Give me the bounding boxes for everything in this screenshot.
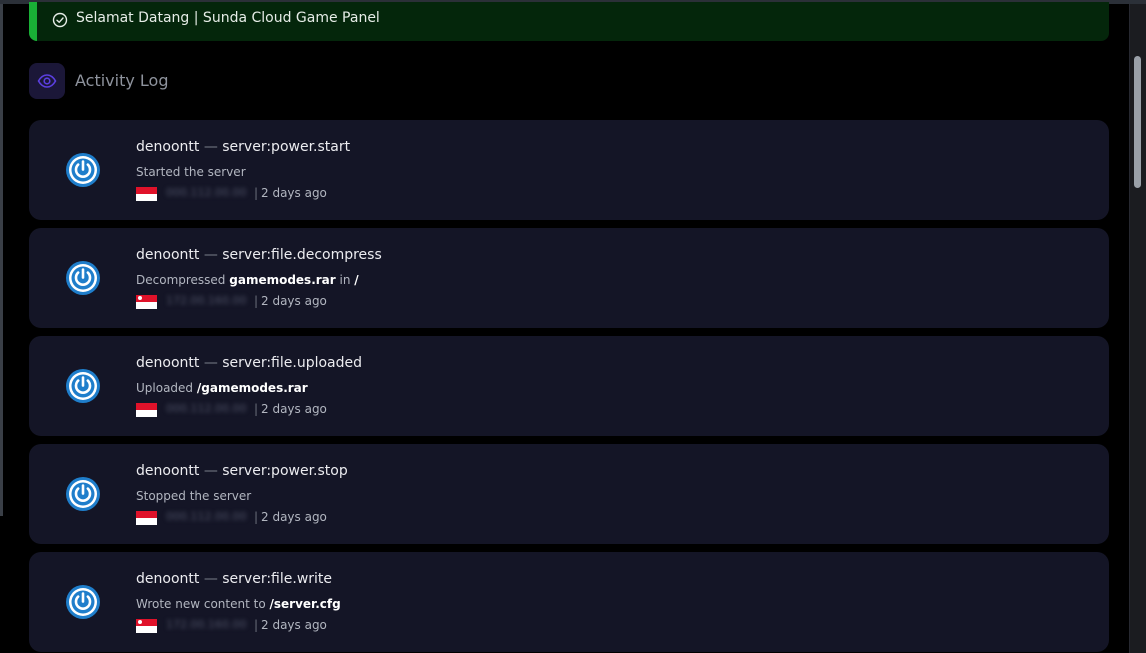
entry-description: Uploaded /gamemodes.rar (136, 381, 308, 395)
welcome-text: Selamat Datang | Sunda Cloud Game Panel (76, 10, 380, 26)
entry-path: / (354, 273, 359, 287)
entry-user: denoontt (136, 571, 200, 587)
redacted-ip: 172.00.160.00 (166, 618, 247, 631)
power-icon (65, 260, 101, 296)
entry-separator: — (203, 463, 218, 479)
redacted-ip: 000.112.00.00 (166, 510, 247, 523)
entry-description-text: Wrote new content to (136, 597, 270, 611)
activity-entry[interactable]: denoontt — server:power.start Started the… (29, 120, 1109, 220)
entry-event: server:file.uploaded (222, 355, 363, 371)
power-icon (65, 584, 101, 620)
entry-timestamp: 2 days ago (261, 618, 327, 632)
entry-separator: — (203, 247, 218, 263)
entry-path: /gamemodes.rar (196, 381, 308, 395)
eye-icon (29, 63, 65, 99)
entry-timestamp: 2 days ago (261, 402, 327, 416)
panel-window: Selamat Datang | Sunda Cloud Game Panel … (0, 0, 1146, 653)
entry-path: gamemodes.rar (229, 273, 336, 287)
entry-separator: — (203, 355, 218, 371)
entry-timestamp: 2 days ago (261, 510, 327, 524)
entry-description-text: Decompressed (136, 273, 230, 287)
singapore-flag-icon (136, 619, 157, 633)
left-edge (0, 4, 3, 516)
time-separator: | (254, 186, 259, 200)
entry-event: server:file.write (222, 571, 333, 587)
scrollbar[interactable] (1129, 4, 1146, 653)
activity-entry[interactable]: denoontt — server:power.stop Stopped the … (29, 444, 1109, 544)
entry-title: denoontt — server:power.start (136, 139, 350, 155)
time-separator: | (254, 618, 259, 632)
entry-timestamp: 2 days ago (261, 294, 327, 308)
indonesia-flag-icon (136, 187, 157, 201)
time-separator: | (254, 510, 259, 524)
entry-user: denoontt (136, 463, 200, 479)
power-icon (65, 476, 101, 512)
redacted-ip: 000.112.00.00 (166, 402, 247, 415)
entry-description: Wrote new content to /server.cfg (136, 597, 341, 611)
entry-description-text: Started the server (136, 165, 246, 179)
entry-event: server:file.decompress (222, 247, 382, 263)
redacted-ip: 172.00.160.00 (166, 294, 247, 307)
entry-user: denoontt (136, 355, 200, 371)
entry-event: server:power.start (222, 139, 351, 155)
entry-description-text: Stopped the server (136, 489, 252, 503)
indonesia-flag-icon (136, 511, 157, 525)
entry-description: Decompressed gamemodes.rar in / (136, 273, 359, 287)
entry-separator: — (203, 139, 218, 155)
check-circle-icon (52, 12, 68, 28)
singapore-flag-icon (136, 295, 157, 309)
entry-description-text: Uploaded (136, 381, 197, 395)
page-title: Activity Log (75, 71, 169, 90)
time-separator: | (254, 402, 259, 416)
entry-title: denoontt — server:file.uploaded (136, 355, 362, 371)
entry-description-text: in (335, 273, 355, 287)
entry-description: Stopped the server (136, 489, 251, 503)
entry-description: Started the server (136, 165, 246, 179)
entry-title: denoontt — server:power.stop (136, 463, 348, 479)
scrollbar-thumb[interactable] (1134, 56, 1141, 188)
entry-event: server:power.stop (222, 463, 348, 479)
activity-entry[interactable]: denoontt — server:file.write Wrote new co… (29, 552, 1109, 652)
entry-user: denoontt (136, 247, 200, 263)
activity-entry[interactable]: denoontt — server:file.decompress Decompr… (29, 228, 1109, 328)
entry-timestamp: 2 days ago (261, 186, 327, 200)
entry-title: denoontt — server:file.decompress (136, 247, 382, 263)
entry-path: /server.cfg (269, 597, 341, 611)
power-icon (65, 152, 101, 188)
power-icon (65, 368, 101, 404)
indonesia-flag-icon (136, 403, 157, 417)
welcome-alert: Selamat Datang | Sunda Cloud Game Panel (29, 2, 1109, 41)
entry-user: denoontt (136, 139, 200, 155)
activity-entry[interactable]: denoontt — server:file.uploaded Uploaded … (29, 336, 1109, 436)
redacted-ip: 000.112.00.00 (166, 186, 247, 199)
entry-separator: — (203, 571, 218, 587)
time-separator: | (254, 294, 259, 308)
entry-title: denoontt — server:file.write (136, 571, 332, 587)
